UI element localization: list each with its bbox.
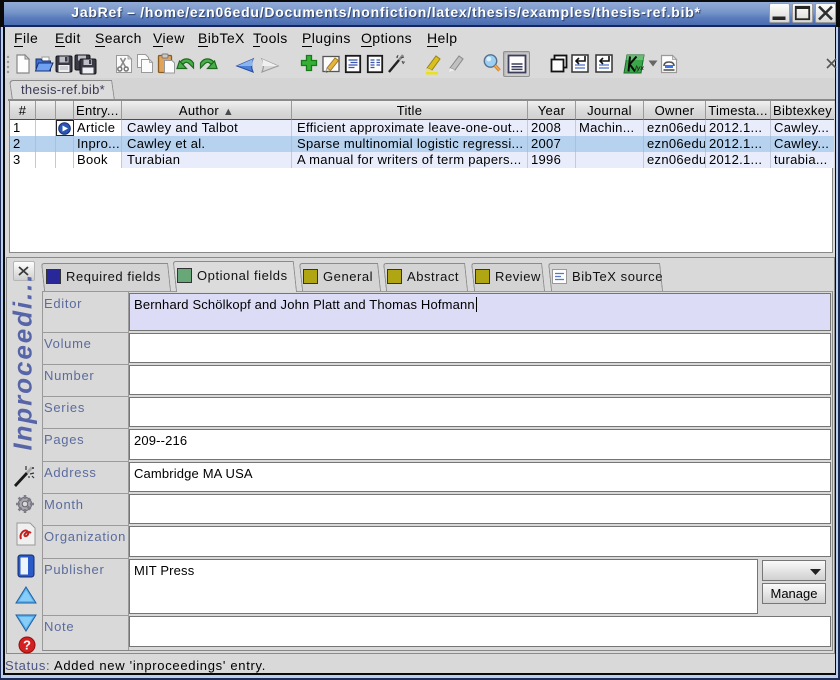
svg-text:?: ? bbox=[23, 638, 31, 653]
svg-text:lyx: lyx bbox=[635, 65, 644, 72]
